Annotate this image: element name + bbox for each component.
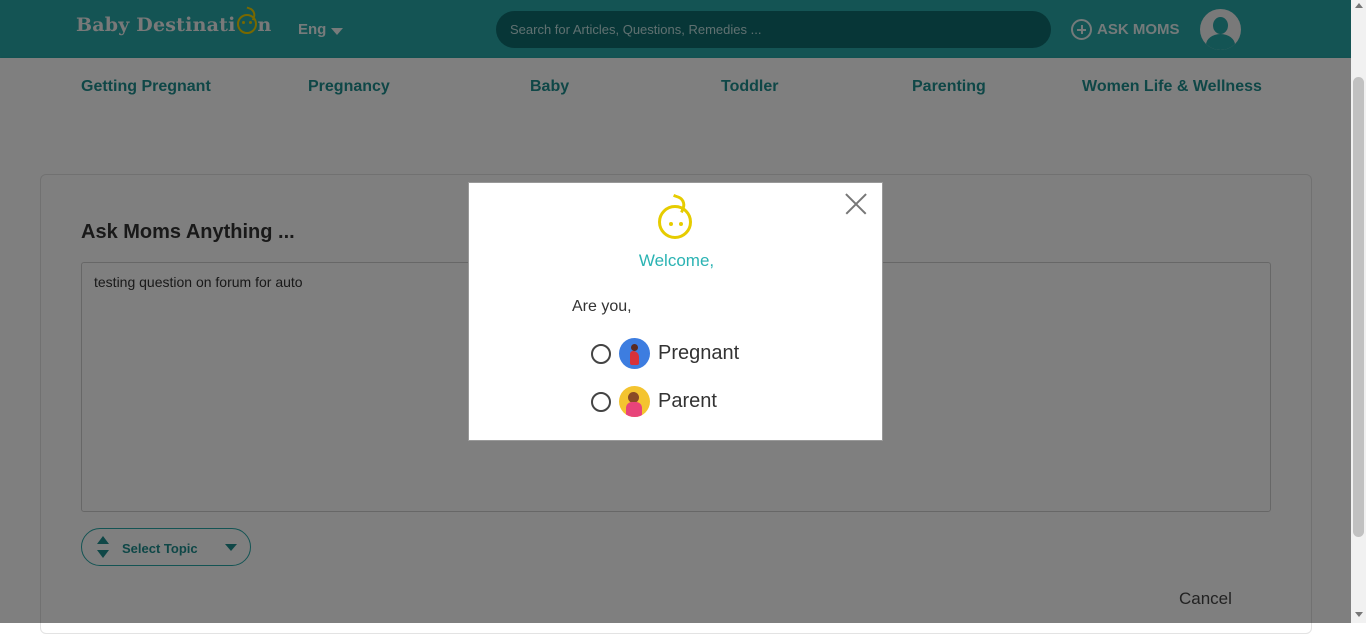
pregnant-woman-icon xyxy=(619,338,650,369)
welcome-heading: Welcome, xyxy=(638,251,715,270)
scroll-up-arrow-icon[interactable] xyxy=(1355,3,1363,8)
scroll-down-arrow-icon[interactable] xyxy=(1355,612,1363,617)
pregnant-label[interactable]: Pregnant xyxy=(658,342,739,365)
parent-radio[interactable] xyxy=(591,391,611,412)
option-pregnant[interactable]: Pregnant xyxy=(591,338,739,369)
option-parent[interactable]: Parent xyxy=(591,386,717,417)
are-you-prompt: Are you, xyxy=(572,298,632,315)
parent-with-baby-icon xyxy=(619,386,650,417)
scroll-thumb[interactable] xyxy=(1353,77,1364,537)
pregnant-radio[interactable] xyxy=(591,343,611,364)
parent-label[interactable]: Parent xyxy=(658,390,717,413)
baby-face-logo-icon xyxy=(658,205,692,239)
welcome-modal: Welcome, Are you, Pregnant Parent xyxy=(468,182,883,441)
page-scrollbar[interactable] xyxy=(1351,0,1366,623)
close-icon[interactable] xyxy=(845,193,867,215)
